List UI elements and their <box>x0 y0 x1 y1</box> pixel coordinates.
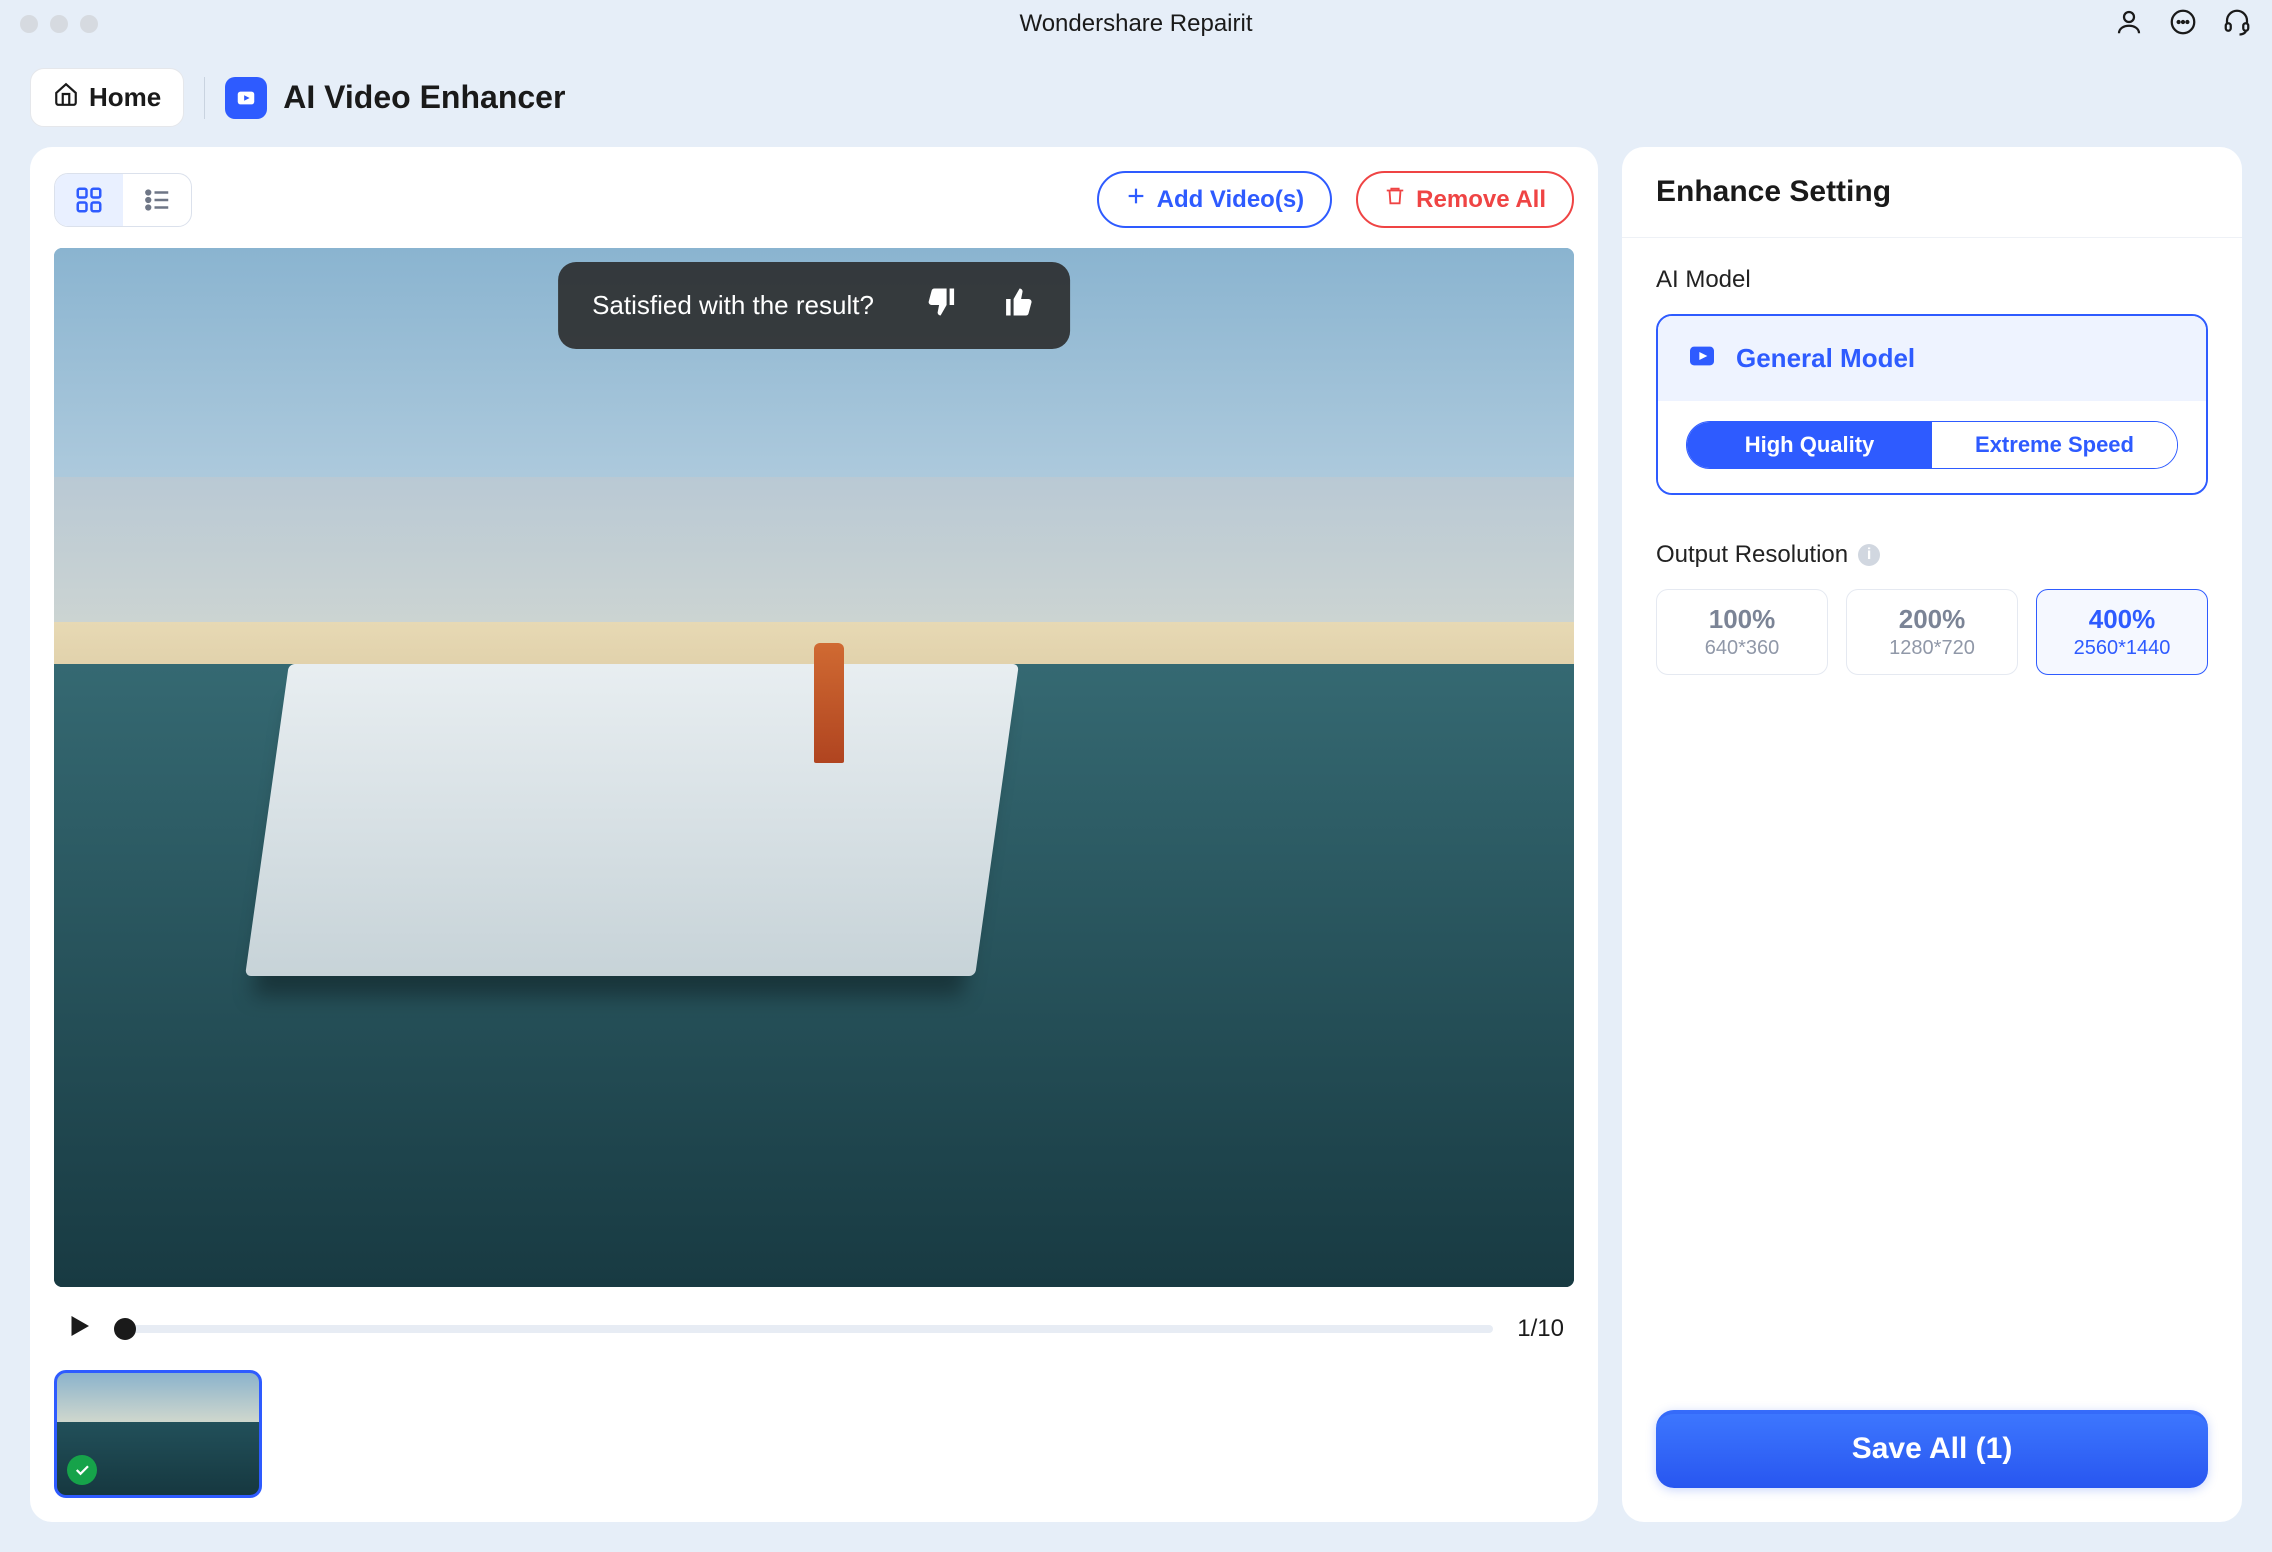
add-video-label: Add Video(s) <box>1157 186 1305 214</box>
ai-model-label: AI Model <box>1656 266 2208 294</box>
remove-all-label: Remove All <box>1416 186 1546 214</box>
resolution-dim: 1280*720 <box>1847 637 2017 660</box>
feedback-text: Satisfied with the result? <box>592 290 874 321</box>
model-name: General Model <box>1736 343 1915 374</box>
progress-thumb[interactable] <box>114 1318 136 1340</box>
save-all-button[interactable]: Save All (1) <box>1656 1410 2208 1488</box>
resolution-pct: 100% <box>1657 604 1827 635</box>
list-view-button[interactable] <box>123 174 191 226</box>
resolution-dim: 2560*1440 <box>2037 637 2207 660</box>
settings-panel: Enhance Setting AI Model General Model H… <box>1622 147 2242 1522</box>
resolution-label-text: Output Resolution <box>1656 541 1848 569</box>
minimize-window-icon[interactable] <box>50 15 68 33</box>
frame-counter: 1/10 <box>1517 1315 1564 1343</box>
plus-icon <box>1125 185 1147 214</box>
settings-title: Enhance Setting <box>1622 147 2242 238</box>
video-icon <box>1686 340 1718 377</box>
progress-bar[interactable] <box>118 1325 1493 1333</box>
home-button[interactable]: Home <box>30 68 184 127</box>
breadcrumb: Home AI Video Enhancer <box>0 48 2272 147</box>
video-thumbnail[interactable] <box>54 1370 262 1498</box>
maximize-window-icon[interactable] <box>80 15 98 33</box>
resolution-400[interactable]: 400% 2560*1440 <box>2036 589 2208 675</box>
page-title-group: AI Video Enhancer <box>225 77 565 119</box>
resolution-pct: 200% <box>1847 604 2017 635</box>
quality-toggle: High Quality Extreme Speed <box>1686 421 2178 469</box>
feedback-prompt: Satisfied with the result? <box>558 262 1070 349</box>
play-button[interactable] <box>64 1311 94 1346</box>
breadcrumb-separator <box>204 77 205 119</box>
support-icon[interactable] <box>2222 7 2252 42</box>
thumbnail-strip <box>54 1364 1574 1498</box>
thumbs-up-icon[interactable] <box>1000 284 1036 327</box>
resolution-pct: 400% <box>2037 604 2207 635</box>
video-preview[interactable]: Satisfied with the result? <box>54 248 1574 1287</box>
video-enhancer-icon <box>225 77 267 119</box>
trash-icon <box>1384 185 1406 214</box>
home-label: Home <box>89 82 161 113</box>
view-toggle <box>54 173 192 227</box>
resolution-100[interactable]: 100% 640*360 <box>1656 589 1828 675</box>
check-icon <box>67 1455 97 1485</box>
home-icon <box>53 81 79 114</box>
window-controls <box>20 15 98 33</box>
player-controls: 1/10 <box>54 1287 1574 1364</box>
resolution-200[interactable]: 200% 1280*720 <box>1846 589 2018 675</box>
add-video-button[interactable]: Add Video(s) <box>1097 171 1333 228</box>
titlebar: Wondershare Repairit <box>0 0 2272 48</box>
resolution-options: 100% 640*360 200% 1280*720 400% 2560*144… <box>1656 589 2208 675</box>
app-title: Wondershare Repairit <box>1019 10 1252 38</box>
thumbs-down-icon[interactable] <box>924 284 960 327</box>
high-quality-option[interactable]: High Quality <box>1687 422 1932 468</box>
page-title: AI Video Enhancer <box>283 79 565 116</box>
grid-view-button[interactable] <box>55 174 123 226</box>
resolution-dim: 640*360 <box>1657 637 1827 660</box>
video-panel: Add Video(s) Remove All Satisfied with t… <box>30 147 1598 1522</box>
info-icon[interactable]: i <box>1858 544 1880 566</box>
account-icon[interactable] <box>2114 7 2144 42</box>
model-card[interactable]: General Model High Quality Extreme Speed <box>1656 314 2208 495</box>
close-window-icon[interactable] <box>20 15 38 33</box>
feedback-icon[interactable] <box>2168 7 2198 42</box>
resolution-label: Output Resolution i <box>1656 541 2208 569</box>
extreme-speed-option[interactable]: Extreme Speed <box>1932 422 2177 468</box>
remove-all-button[interactable]: Remove All <box>1356 171 1574 228</box>
